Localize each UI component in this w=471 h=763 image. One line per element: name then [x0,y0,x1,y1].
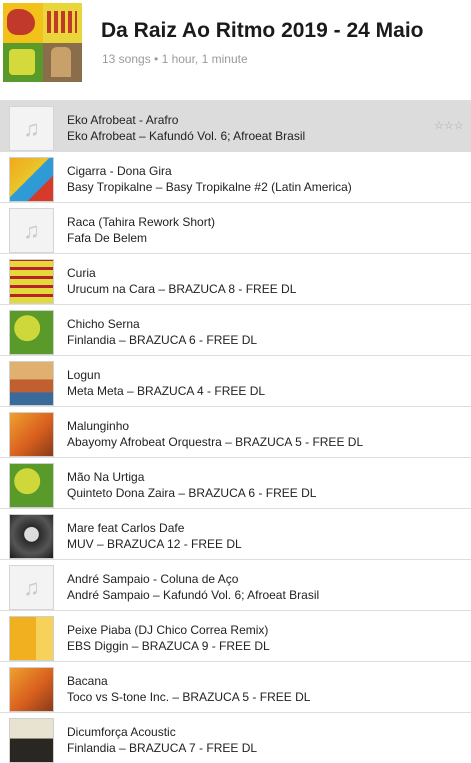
song-list: ♫ Eko Afrobeat - Arafro Eko Afrobeat – Kaf… [0,100,471,763]
song-artist-album: EBS Diggin – BRAZUCA 9 - FREE DL [67,639,270,653]
song-row[interactable]: Peixe Piaba (DJ Chico Correa Remix) EBS D… [0,610,471,661]
album-art [9,361,54,406]
song-row[interactable]: ♫ Eko Afrobeat - Arafro Eko Afrobeat – Kaf… [0,100,471,151]
song-title: Bacana [67,674,108,688]
music-note-icon: ♫ [9,106,54,151]
cover-tile-meta [42,42,82,82]
album-art [9,667,54,712]
song-artist-album: Quinteto Dona Zaira – BRAZUCA 6 - FREE D… [67,486,317,500]
song-artist-album: Finlandia – BRAZUCA 6 - FREE DL [67,333,258,347]
song-title: Logun [67,368,101,382]
song-artist-album: Fafa De Belem [67,231,148,245]
song-title: Cigarra - Dona Gira [67,164,172,178]
song-title: Chicho Serna [67,317,140,331]
song-row[interactable]: Mão Na Urtiga Quinteto Dona Zaira – BRAZU… [0,457,471,508]
album-art [9,616,54,661]
album-art [9,463,54,508]
song-row[interactable]: Chicho Serna Finlandia – BRAZUCA 6 - FREE… [0,304,471,355]
song-row[interactable]: Bacana Toco vs S-tone Inc. – BRAZUCA 5 - … [0,661,471,712]
song-artist-album: Eko Afrobeat – Kafundó Vol. 6; Afroeat B… [67,129,306,143]
album-art [9,718,54,763]
album-art [9,259,54,304]
song-row[interactable]: Curia Urucum na Cara – BRAZUCA 8 - FREE D… [0,253,471,304]
song-title: Curia [67,266,96,280]
rating-stars-icon[interactable]: ☆☆☆ [434,119,464,132]
song-row[interactable]: Logun Meta Meta – BRAZUCA 4 - FREE DL [0,355,471,406]
song-artist-album: Toco vs S-tone Inc. – BRAZUCA 5 - FREE D… [67,690,311,704]
music-note-icon: ♫ [9,565,54,610]
song-row[interactable]: ♫ Raca (Tahira Rework Short) Fafa De Belem [0,202,471,253]
album-art [9,514,54,559]
cover-tile-tropical [3,3,43,43]
cover-tile-urucum [42,3,82,43]
album-art [9,412,54,457]
album-art [9,157,54,202]
song-artist-album: Basy Tropikalne – Basy Tropikalne #2 (La… [67,180,352,194]
song-title: Eko Afrobeat - Arafro [67,113,179,127]
song-title: Dicumforça Acoustic [67,725,176,739]
song-title: Peixe Piaba (DJ Chico Correa Remix) [67,623,269,637]
song-title: Mare feat Carlos Dafe [67,521,185,535]
album-art [9,310,54,355]
song-artist-album: MUV – BRAZUCA 12 - FREE DL [67,537,242,551]
song-row[interactable]: Malunginho Abayomy Afrobeat Orquestra – B… [0,406,471,457]
song-title: Raca (Tahira Rework Short) [67,215,216,229]
song-artist-album: Abayomy Afrobeat Orquestra – BRAZUCA 5 -… [67,435,364,449]
song-title: André Sampaio - Coluna de Aço [67,572,239,586]
song-row[interactable]: Cigarra - Dona Gira Basy Tropikalne – Bas… [0,151,471,202]
song-row[interactable]: Dicumforça Acoustic Finlandia – BRAZUCA 7… [0,712,471,763]
song-title: Mão Na Urtiga [67,470,145,484]
song-artist-album: André Sampaio – Kafundó Vol. 6; Afroeat … [67,588,320,602]
song-artist-album: Urucum na Cara – BRAZUCA 8 - FREE DL [67,282,297,296]
song-artist-album: Meta Meta – BRAZUCA 4 - FREE DL [67,384,266,398]
music-note-icon: ♫ [9,208,54,253]
playlist-title: Da Raiz Ao Ritmo 2019 - 24 Maio [101,19,424,42]
playlist-header: Da Raiz Ao Ritmo 2019 - 24 Maio 13 songs… [0,0,471,100]
playlist-cover-art[interactable] [3,3,82,82]
song-row[interactable]: Mare feat Carlos Dafe MUV – BRAZUCA 12 - … [0,508,471,559]
playlist-summary: 13 songs • 1 hour, 1 minute [102,52,248,66]
cover-tile-brazuca [3,42,43,82]
song-artist-album: Finlandia – BRAZUCA 7 - FREE DL [67,741,258,755]
song-title: Malunginho [67,419,130,433]
song-row[interactable]: ♫ André Sampaio - Coluna de Aço André Samp… [0,559,471,610]
